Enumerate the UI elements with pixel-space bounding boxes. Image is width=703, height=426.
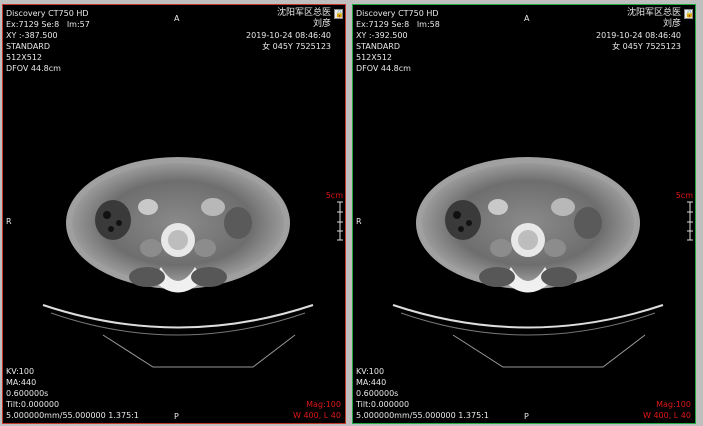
coordinate-label: XY :-392.500 [356, 31, 408, 40]
scale-ruler-icon [337, 201, 343, 241]
ct-slice-image [42, 157, 314, 368]
dfov-label: DFOV 44.8cm [356, 64, 411, 73]
tilt-label: Tilt:0.000000 [356, 400, 410, 409]
info-top-left: Discovery CT750 HD Ex:7129 Se:8 Im:57 XY… [6, 8, 90, 74]
matrix-label: 512X512 [356, 53, 393, 62]
coordinate-label: XY :-387.500 [6, 31, 58, 40]
scale-bar: 5cm [676, 191, 693, 242]
datetime-label: 2019-10-24 08:46:40 [596, 31, 681, 40]
info-bottom-left: KV:100 MA:440 0.600000s Tilt:0.000000 5.… [356, 366, 489, 421]
orientation-top: A [174, 14, 180, 23]
dicom-viewer: Discovery CT750 HD Ex:7129 Se:8 Im:57 XY… [0, 0, 703, 426]
scale-label: 5cm [325, 191, 343, 200]
orientation-bottom: P [174, 412, 179, 421]
kernel-label: STANDARD [356, 42, 401, 51]
time-label: 0.600000s [6, 389, 49, 398]
kernel-label: STANDARD [6, 42, 51, 51]
ma-label: MA:440 [6, 378, 37, 387]
mag-label: Mag:100 [656, 400, 691, 409]
patient-name: 刘彦 [312, 19, 331, 29]
window-level-label: W 400, L 40 [643, 411, 691, 420]
orientation-top: A [524, 14, 530, 23]
exam-label: Ex:7129 Se:8 [6, 20, 60, 29]
hospital-label: 沈阳军区总医 [626, 8, 681, 18]
info-bottom-right: Mag:100 W 400, L 40 [643, 399, 691, 421]
tilt-label: Tilt:0.000000 [6, 400, 60, 409]
image-number: Im:58 [416, 20, 440, 29]
thickness-label: 5.000000mm/55.000000 1.375:1 [6, 411, 139, 420]
dfov-label: DFOV 44.8cm [6, 64, 61, 73]
device-label: Discovery CT750 HD [6, 9, 89, 18]
device-label: Discovery CT750 HD [356, 9, 439, 18]
info-top-left: Discovery CT750 HD Ex:7129 Se:8 Im:58 XY… [356, 8, 440, 74]
matrix-label: 512X512 [6, 53, 43, 62]
info-top-right: 沈阳军区总医 刘彦 2019-10-24 08:46:40 女 045Y 752… [246, 8, 331, 52]
ma-label: MA:440 [356, 378, 387, 387]
scale-bar: 5cm [326, 191, 343, 242]
mag-label: Mag:100 [306, 400, 341, 409]
window-level-label: W 400, L 40 [293, 411, 341, 420]
image-number: Im:57 [66, 20, 90, 29]
scale-ruler-icon [687, 201, 693, 241]
lock-icon[interactable]: 🔒 [684, 9, 694, 19]
scale-label: 5cm [675, 191, 693, 200]
viewport-right[interactable]: Discovery CT750 HD Ex:7129 Se:8 Im:58 XY… [352, 4, 696, 424]
time-label: 0.600000s [356, 389, 399, 398]
exam-row: Ex:7129 Se:8 Im:57 [6, 19, 90, 30]
info-bottom-left: KV:100 MA:440 0.600000s Tilt:0.000000 5.… [6, 366, 139, 421]
kv-label: KV:100 [356, 367, 385, 376]
viewport-left[interactable]: Discovery CT750 HD Ex:7129 Se:8 Im:57 XY… [2, 4, 346, 424]
lock-icon[interactable]: 🔒 [334, 9, 344, 19]
exam-row: Ex:7129 Se:8 Im:58 [356, 19, 440, 30]
hospital-label: 沈阳军区总医 [276, 8, 331, 18]
ct-slice-image [392, 157, 664, 368]
exam-label: Ex:7129 Se:8 [356, 20, 410, 29]
orientation-left: R [356, 217, 362, 226]
info-bottom-right: Mag:100 W 400, L 40 [293, 399, 341, 421]
patient-info: 女 045Y 7525123 [612, 42, 681, 51]
patient-name: 刘彦 [662, 19, 681, 29]
datetime-label: 2019-10-24 08:46:40 [246, 31, 331, 40]
patient-info: 女 045Y 7525123 [262, 42, 331, 51]
orientation-left: R [6, 217, 12, 226]
orientation-bottom: P [524, 412, 529, 421]
thickness-label: 5.000000mm/55.000000 1.375:1 [356, 411, 489, 420]
kv-label: KV:100 [6, 367, 35, 376]
info-top-right: 沈阳军区总医 刘彦 2019-10-24 08:46:40 女 045Y 752… [596, 8, 681, 52]
